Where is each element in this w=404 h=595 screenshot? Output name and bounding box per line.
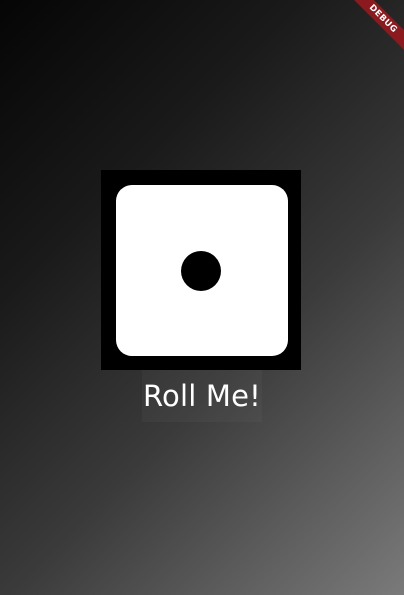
roll-button[interactable]: Roll Me! bbox=[142, 370, 262, 422]
debug-banner-label: DEBUG bbox=[346, 0, 404, 56]
app-screen: Roll Me! DEBUG bbox=[0, 0, 404, 595]
debug-banner: DEBUG bbox=[344, 0, 404, 60]
dice-one-icon bbox=[181, 251, 221, 291]
dice-image bbox=[101, 170, 301, 370]
roll-button-label: Roll Me! bbox=[142, 379, 261, 413]
dice-face bbox=[116, 185, 288, 356]
